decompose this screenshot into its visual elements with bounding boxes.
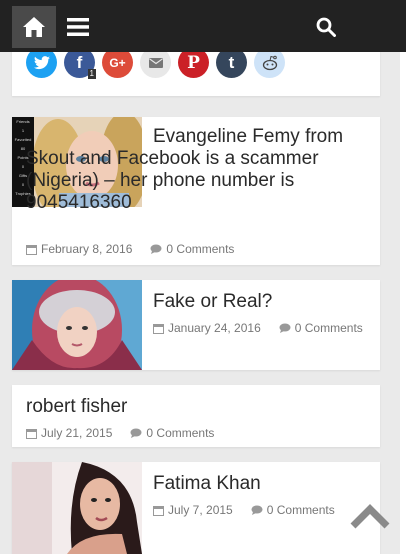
pinterest-icon: P	[187, 52, 200, 73]
post-comments-link[interactable]: 0 Comments	[146, 426, 214, 440]
post-title[interactable]: Fake or Real?	[153, 291, 368, 313]
post-card-1: Friends 1 Favorited 80 Points 0 Gifts 0 …	[12, 117, 380, 265]
thumbnail-sidebar-label: Friends	[16, 119, 30, 124]
chevron-up-icon	[350, 504, 390, 529]
tumblr-icon: t	[228, 52, 235, 72]
envelope-icon	[148, 57, 163, 68]
search-icon	[316, 17, 336, 37]
post-date[interactable]: July 7, 2015	[168, 503, 233, 517]
twitter-icon	[33, 55, 50, 69]
comment-icon	[130, 428, 142, 438]
googleplus-icon: G+	[109, 55, 126, 70]
post-comments-link[interactable]: 0 Comments	[295, 321, 363, 335]
post-date[interactable]: January 24, 2016	[168, 321, 261, 335]
facebook-share-count: 1	[87, 69, 96, 79]
post-comments-link[interactable]: 0 Comments	[267, 503, 335, 517]
thumbnail-portrait	[12, 462, 142, 554]
thumbnail-portrait	[12, 280, 142, 370]
post-date[interactable]: February 8, 2016	[41, 242, 132, 256]
calendar-icon	[153, 323, 164, 334]
search-button[interactable]	[310, 10, 342, 44]
home-icon	[23, 17, 45, 37]
post-meta: January 24, 2016 0 Comments	[153, 321, 363, 335]
post-meta: July 21, 2015 0 Comments	[26, 426, 214, 440]
facebook-icon: f	[76, 52, 83, 72]
scrollbar-track[interactable]	[400, 0, 406, 554]
post-thumbnail[interactable]	[12, 280, 142, 370]
comment-icon	[251, 505, 263, 515]
calendar-icon	[26, 244, 37, 255]
reddit-icon	[262, 55, 277, 70]
top-navigation-bar	[0, 0, 406, 52]
hamburger-menu-icon	[67, 18, 89, 36]
comment-icon	[279, 323, 291, 333]
post-card-4: Fatima Khan July 7, 2015 0 Comments	[12, 462, 380, 554]
calendar-icon	[26, 428, 37, 439]
post-thumbnail[interactable]	[12, 462, 142, 554]
home-button[interactable]	[12, 6, 56, 48]
post-card-2: Fake or Real? January 24, 2016 0 Comment…	[12, 280, 380, 370]
menu-button[interactable]	[62, 10, 94, 44]
scroll-to-top-button[interactable]	[350, 500, 390, 530]
post-comments-link[interactable]: 0 Comments	[166, 242, 234, 256]
comment-icon	[150, 244, 162, 254]
post-date[interactable]: July 21, 2015	[41, 426, 112, 440]
post-title-line-block[interactable]: Evangeline Femy from Skout and Facebook …	[26, 126, 366, 214]
post-title[interactable]: Fatima Khan	[153, 473, 368, 495]
post-card-3: robert fisher July 21, 2015 0 Comments	[12, 385, 380, 447]
post-meta: July 7, 2015 0 Comments	[153, 503, 335, 517]
calendar-icon	[153, 505, 164, 516]
post-meta: February 8, 2016 0 Comments	[26, 242, 234, 256]
post-title[interactable]: robert fisher	[26, 396, 366, 418]
